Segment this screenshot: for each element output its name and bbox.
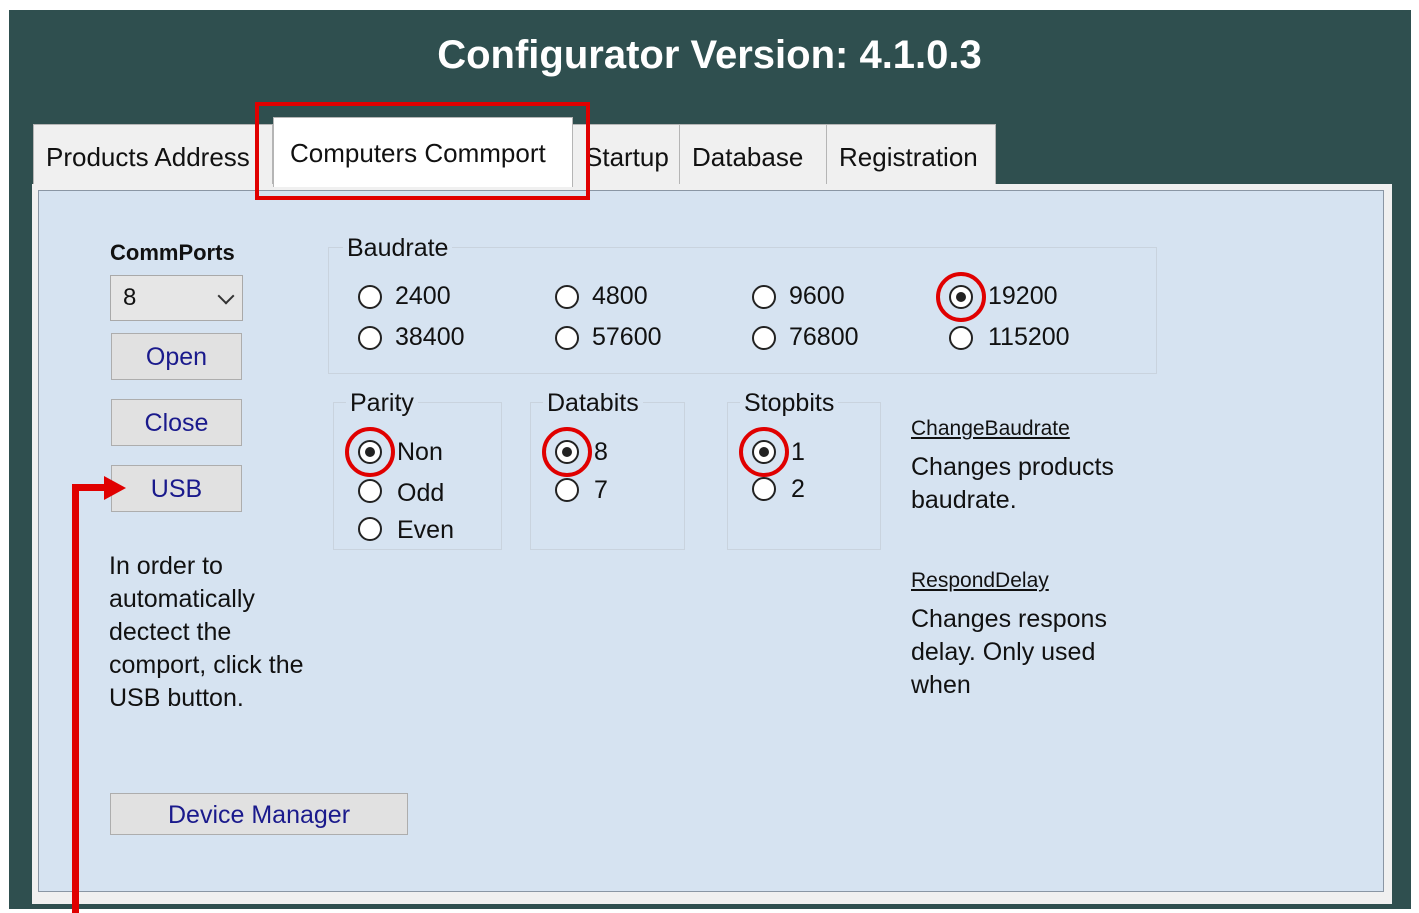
baud-38400-label: 38400 bbox=[395, 323, 465, 351]
arrow-right-icon bbox=[104, 476, 126, 500]
baud-9600-label: 9600 bbox=[789, 282, 845, 310]
databits-7-radio[interactable] bbox=[555, 478, 579, 502]
parity-even-label: Even bbox=[397, 516, 454, 544]
baud-115200-label: 115200 bbox=[988, 323, 1070, 351]
parity-odd-radio[interactable] bbox=[358, 479, 382, 503]
usb-help-text: In order to automatically dectect the co… bbox=[109, 552, 304, 712]
baud-57600-label: 57600 bbox=[592, 323, 662, 351]
baud-19200-highlight bbox=[936, 272, 986, 322]
databits-8-label: 8 bbox=[594, 438, 608, 466]
open-button[interactable]: Open bbox=[111, 333, 242, 380]
close-button[interactable]: Close bbox=[111, 399, 242, 446]
baud-4800-label: 4800 bbox=[592, 282, 648, 310]
baud-9600-radio[interactable] bbox=[752, 285, 776, 309]
usb-button[interactable]: USB bbox=[111, 465, 242, 512]
tab-registration[interactable]: Registration bbox=[826, 124, 996, 184]
parity-odd-label: Odd bbox=[397, 479, 445, 507]
usb-arrow-bar bbox=[72, 484, 108, 491]
tab-products-address[interactable]: Products Address bbox=[33, 124, 273, 184]
stopbits-2-radio[interactable] bbox=[752, 477, 776, 501]
parity-label: Parity bbox=[346, 389, 418, 418]
baud-76800-radio[interactable] bbox=[752, 326, 776, 350]
baud-2400-label: 2400 bbox=[395, 282, 451, 310]
stopbits-1-highlight bbox=[739, 427, 789, 477]
change-baudrate-desc: Changes products baudrate. bbox=[911, 453, 1114, 514]
commport-select[interactable]: 8 bbox=[110, 275, 243, 321]
window-title: Configurator Version: 4.1.0.3 bbox=[437, 33, 982, 77]
baudrate-label: Baudrate bbox=[343, 234, 453, 263]
tab-highlight-box bbox=[255, 102, 590, 200]
stopbits-2-label: 2 bbox=[791, 475, 805, 503]
respond-delay-link[interactable]: RespondDelay bbox=[911, 569, 1049, 593]
baud-76800-label: 76800 bbox=[789, 323, 859, 351]
databits-8-highlight bbox=[542, 427, 592, 477]
chevron-down-icon[interactable] bbox=[217, 287, 235, 305]
baud-57600-radio[interactable] bbox=[555, 326, 579, 350]
device-manager-button[interactable]: Device Manager bbox=[110, 793, 408, 835]
baud-2400-radio[interactable] bbox=[358, 285, 382, 309]
baud-115200-radio[interactable] bbox=[949, 326, 973, 350]
respond-delay-desc: Changes respons delay. Only used when bbox=[911, 605, 1107, 699]
baud-4800-radio[interactable] bbox=[555, 285, 579, 309]
commports-label: CommPorts bbox=[110, 240, 235, 265]
stopbits-label: Stopbits bbox=[740, 389, 839, 418]
stopbits-1-label: 1 bbox=[791, 438, 805, 466]
databits-label: Databits bbox=[543, 389, 643, 418]
commport-selected-value: 8 bbox=[123, 284, 137, 311]
parity-even-radio[interactable] bbox=[358, 517, 382, 541]
baud-19200-label: 19200 bbox=[988, 282, 1058, 310]
change-baudrate-link[interactable]: ChangeBaudrate bbox=[911, 417, 1070, 441]
tab-database[interactable]: Database bbox=[679, 124, 827, 184]
databits-7-label: 7 bbox=[594, 476, 608, 504]
parity-non-label: Non bbox=[397, 438, 443, 466]
parity-non-highlight bbox=[345, 427, 395, 477]
usb-arrow-shaft bbox=[72, 484, 79, 913]
baud-38400-radio[interactable] bbox=[358, 326, 382, 350]
